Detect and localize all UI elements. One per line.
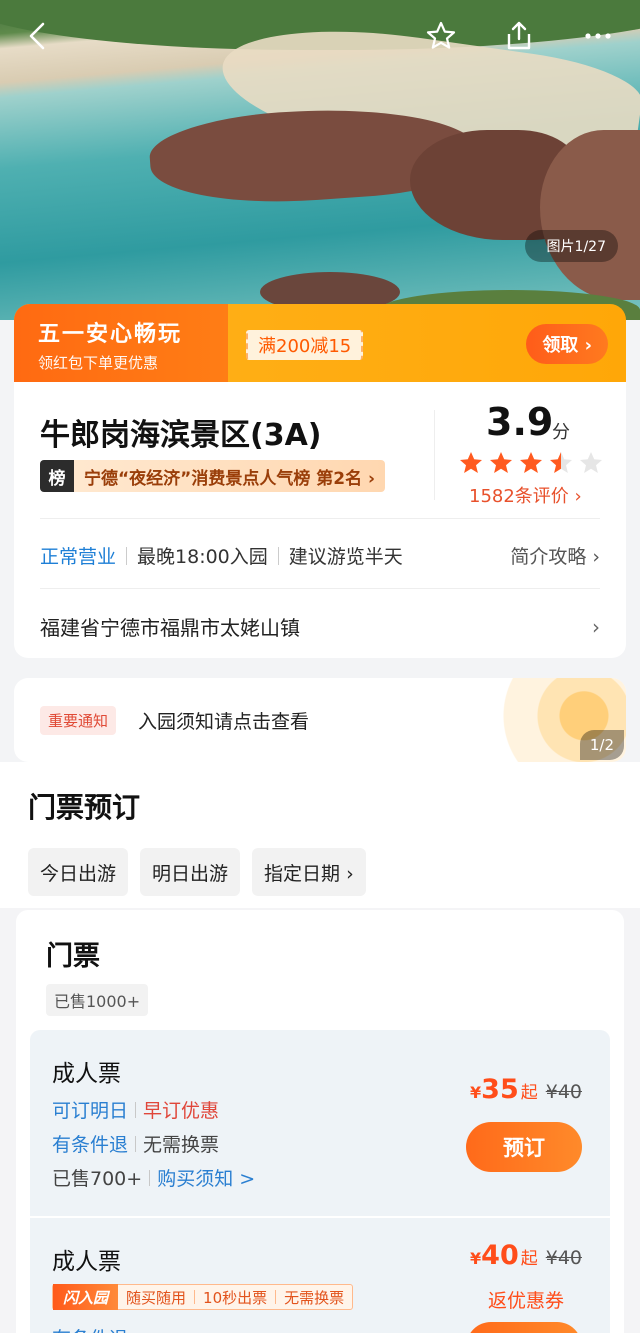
rank-text: 宁德“夜经济”消费景点人气榜 第2名 ›: [74, 460, 386, 492]
promo-subtitle: 领红包下单更优惠: [38, 354, 159, 372]
original-price: ¥40: [545, 1081, 582, 1103]
divider: [135, 1135, 137, 1152]
ticket-category-card: 门票 已售1000+ 成人票 可订明日 早订优惠 有条件退 无需换票 已售700…: [16, 910, 624, 1333]
share-icon: [507, 21, 531, 50]
ticket-tag: 可订明日: [52, 1100, 129, 1122]
coupon-tag: 满200减15: [246, 330, 364, 360]
ticket-policies: 有条件退 无需换票: [52, 1130, 219, 1157]
attraction-name: 牛郎岗海滨景区(3A): [40, 418, 322, 453]
back-button[interactable]: [16, 14, 60, 58]
share-button[interactable]: [497, 14, 541, 58]
notice-pager: 1/2: [579, 730, 624, 760]
ticket-item[interactable]: 成人票 闪入园 随买随用 10秒出票 无需换票 有条件退 ¥ 40 起 ¥40 …: [30, 1218, 610, 1333]
ticket-price: ¥ 40 起 ¥40: [470, 1240, 582, 1271]
currency-symbol: ¥: [470, 1249, 482, 1268]
currency-symbol: ¥: [470, 1083, 482, 1102]
last-entry-time: 最晚18:00入园: [137, 546, 268, 568]
claim-button[interactable]: 领取 ›: [526, 324, 608, 364]
rating-stars: [458, 450, 604, 476]
category-title: 门票: [46, 941, 100, 972]
category-sold: 已售1000+: [46, 984, 149, 1016]
flash-tag: 无需换票: [284, 1288, 345, 1307]
flash-entry-logo: 闪入园: [53, 1284, 119, 1310]
address-row[interactable]: 福建省宁德市福鼎市太姥山镇 ›: [40, 612, 600, 641]
star-half-icon: [550, 452, 572, 473]
star-full-icon: [520, 452, 542, 473]
more-icon: [585, 33, 611, 39]
book-button[interactable]: 预订: [466, 1122, 582, 1172]
image-counter: 图片1/27: [524, 230, 618, 262]
ticket-item[interactable]: 成人票 可订明日 早订优惠 有条件退 无需换票 已售700+ 购买须知 > ¥ …: [30, 1030, 610, 1216]
divider: [40, 588, 600, 589]
original-price: ¥40: [545, 1247, 582, 1269]
notice-text: 入园须知请点击查看: [138, 711, 310, 733]
divider: [277, 546, 279, 565]
flash-tag: 随买随用: [126, 1288, 187, 1307]
tab-pick-date[interactable]: 指定日期 ›: [252, 848, 366, 896]
chevron-right-icon: ›: [592, 614, 600, 639]
rating-score: 3.9: [486, 400, 554, 444]
status-row: 正常营业 最晚18:00入园 建议游览半天 简介攻略 ›: [40, 542, 600, 569]
purchase-notice-link[interactable]: 购买须知 >: [157, 1164, 255, 1191]
refund-policy: 有条件退: [52, 1324, 128, 1333]
back-icon: [29, 22, 45, 50]
price-suffix: 起: [520, 1083, 538, 1103]
divider: [40, 518, 600, 519]
book-button[interactable]: [466, 1322, 582, 1333]
guide-link[interactable]: 简介攻略 ›: [510, 542, 600, 569]
ticket-tags: 可订明日 早订优惠: [52, 1096, 219, 1123]
promo-title: 五一安心畅玩: [38, 322, 183, 347]
price-value: 40: [481, 1240, 519, 1271]
cashback-label: 返优惠券: [487, 1290, 564, 1312]
ticket-name: 成人票: [52, 1061, 121, 1087]
price-value: 35: [481, 1074, 519, 1105]
exchange-policy: 无需换票: [143, 1134, 220, 1156]
ticket-price: ¥ 35 起 ¥40: [470, 1074, 582, 1105]
date-tabs: 今日出游 明日出游 指定日期 ›: [28, 848, 366, 896]
reviews-link[interactable]: 1582条评价 ›: [469, 482, 582, 508]
ticket-tag: 早订优惠: [143, 1100, 220, 1122]
promo-headline: 五一安心畅玩 领红包下单更优惠: [14, 304, 228, 384]
star-full-icon: [490, 452, 512, 473]
ticket-sold: 已售700+: [52, 1168, 143, 1190]
notice-tag: 重要通知: [40, 706, 117, 735]
ticket-policies: 有条件退: [52, 1324, 128, 1333]
ticket-name: 成人票: [52, 1249, 121, 1275]
hero-photo[interactable]: 图片1/27: [0, 0, 640, 320]
attraction-info-card: 牛郎岗海滨景区(3A) 榜 宁德“夜经济”消费景点人气榜 第2名 › 3.9 分…: [14, 382, 626, 658]
divider: [126, 546, 128, 565]
address-text: 福建省宁德市福鼎市太姥山镇: [40, 616, 300, 640]
ranking-badge[interactable]: 榜 宁德“夜经济”消费景点人气榜 第2名 ›: [40, 460, 386, 492]
favorite-button[interactable]: [419, 14, 463, 58]
star-icon: [426, 21, 456, 49]
flash-tag: 10秒出票: [203, 1288, 268, 1307]
hero-rock: [540, 130, 640, 300]
rank-label: 榜: [40, 460, 74, 492]
star-empty-icon: [580, 452, 602, 473]
notice-card[interactable]: 重要通知 入园须知请点击查看 1/2: [14, 678, 626, 762]
divider: [434, 410, 435, 500]
rating-unit: 分: [552, 422, 570, 443]
tab-today[interactable]: 今日出游: [28, 848, 129, 896]
section-title: 门票预订: [28, 791, 141, 824]
tab-tomorrow[interactable]: 明日出游: [140, 848, 241, 896]
refund-policy: 有条件退: [52, 1134, 129, 1156]
divider: [149, 1169, 151, 1186]
ticket-booking-section: 门票预订 今日出游 明日出游 指定日期 › 门票 已售1000+ 成人票 可订明…: [0, 762, 640, 1333]
star-full-icon: [460, 452, 482, 473]
divider: [135, 1101, 137, 1118]
visit-duration: 建议游览半天: [288, 546, 403, 568]
flash-entry-tags: 闪入园 随买随用 10秒出票 无需换票: [52, 1284, 354, 1310]
open-status: 正常营业: [40, 546, 117, 568]
ticket-sales: 已售700+ 购买须知 >: [52, 1164, 255, 1191]
promo-banner[interactable]: 五一安心畅玩 领红包下单更优惠 满200减15 领取 ›: [14, 304, 626, 384]
price-suffix: 起: [520, 1249, 538, 1269]
more-button[interactable]: [576, 14, 620, 58]
